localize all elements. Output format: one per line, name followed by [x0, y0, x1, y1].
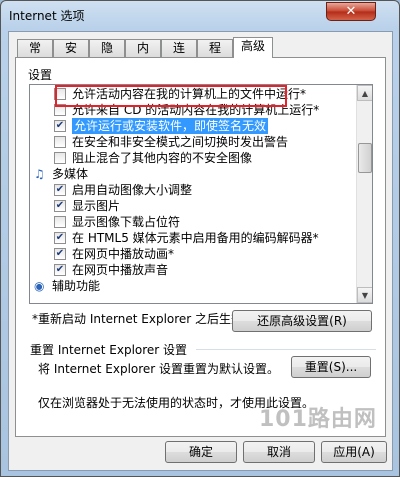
tab-advanced[interactable]: 高级 — [233, 37, 273, 58]
settings-option-row[interactable]: ✔ 启用自动图像大小调整 — [30, 182, 357, 198]
tab-security[interactable]: 安全 — [53, 39, 89, 71]
checkbox[interactable]: ✔ — [54, 184, 66, 196]
internet-options-dialog: Internet 选项 ✕ 常规 安全 隐私 内容 连接 程序 高级 设置 允许… — [0, 0, 400, 477]
settings-option-row[interactable]: 在安全和非安全模式之间切换时发出警告 — [30, 134, 357, 150]
settings-option-row[interactable]: ✔ 允许运行或安装软件，即使签名无效 — [30, 118, 357, 134]
option-label: 在 HTML5 媒体元素中启用备用的编码解码器* — [72, 231, 319, 245]
option-label: 在网页中播放动画* — [72, 247, 175, 261]
reset-button[interactable]: 重置(S)... — [291, 356, 371, 378]
checkbox[interactable]: ✔ — [54, 200, 66, 212]
window-title: Internet 选项 — [9, 9, 85, 23]
checkbox[interactable] — [54, 216, 66, 228]
checkbox[interactable]: ✔ — [54, 248, 66, 260]
settings-tree-list[interactable]: 允许活动内容在我的计算机上的文件中运行* 允许来自 CD 的活动内容在我的计算机上… — [29, 84, 373, 304]
reset-section-title: 重置 Internet Explorer 设置 — [30, 343, 188, 357]
checkbox[interactable]: ✔ — [54, 120, 66, 132]
restore-advanced-settings-button[interactable]: 还原高级设置(R) — [232, 310, 372, 332]
tab-programs[interactable]: 程序 — [197, 39, 233, 71]
checkbox[interactable] — [54, 152, 66, 164]
settings-option-row[interactable]: ✔ 显示图片 — [30, 198, 357, 214]
settings-group-label: 设置 — [28, 68, 53, 82]
scrollbar-thumb[interactable] — [358, 143, 372, 173]
settings-option-row[interactable]: ✔ 在网页中播放动画* — [30, 246, 357, 262]
option-label: 显示图像下载占位符 — [72, 215, 181, 229]
red-highlight-annotation — [55, 85, 287, 107]
option-label: 阻止混合了其他内容的不安全图像 — [72, 151, 253, 165]
option-label: 启用自动图像大小调整 — [72, 183, 193, 197]
cancel-button[interactable]: 取消 — [243, 441, 315, 463]
option-label: 多媒体 — [52, 167, 89, 181]
option-label: 在网页中播放声音 — [72, 263, 169, 277]
vertical-scrollbar[interactable]: ▲ ▼ — [356, 85, 372, 303]
section-divider — [196, 349, 376, 350]
advanced-tab-panel: 设置 允许活动内容在我的计算机上的文件中运行* 允许来自 CD 的活动内容在我的计… — [15, 57, 386, 437]
accessibility-icon: ◉ — [34, 279, 45, 293]
scroll-up-icon[interactable]: ▲ — [357, 85, 372, 101]
tab-content[interactable]: 内容 — [125, 39, 161, 71]
checkbox[interactable] — [54, 136, 66, 148]
scroll-down-icon[interactable]: ▼ — [357, 287, 372, 303]
option-label: 允许运行或安装软件，即使签名无效 — [72, 118, 269, 134]
option-label: 在安全和非安全模式之间切换时发出警告 — [72, 135, 289, 149]
settings-option-row[interactable]: 阻止混合了其他内容的不安全图像 — [30, 150, 357, 166]
close-button[interactable]: ✕ — [326, 2, 376, 21]
title-bar[interactable]: Internet 选项 ✕ — [1, 1, 399, 29]
settings-option-row[interactable]: ✔ 在 HTML5 媒体元素中启用备用的编码解码器* — [30, 230, 357, 246]
checkbox[interactable]: ✔ — [54, 264, 66, 276]
option-label: 辅助功能 — [52, 279, 101, 293]
ok-button[interactable]: 确定 — [165, 441, 237, 463]
multimedia-icon: ♫ — [34, 167, 45, 181]
checkbox[interactable]: ✔ — [54, 232, 66, 244]
tab-privacy[interactable]: 隐私 — [89, 39, 125, 71]
reset-description: 将 Internet Explorer 设置重置为默认设置。 — [38, 362, 280, 376]
apply-button[interactable]: 应用(A) — [321, 441, 387, 463]
settings-category[interactable]: ◉ 辅助功能 — [30, 278, 357, 294]
restart-note: *重新启动 Internet Explorer 之后生效 — [32, 312, 244, 326]
settings-option-row[interactable]: 显示图像下载占位符 — [30, 214, 357, 230]
settings-category[interactable]: ♫ 多媒体 — [30, 166, 357, 182]
tab-general[interactable]: 常规 — [17, 39, 53, 71]
tab-connections[interactable]: 连接 — [161, 39, 197, 71]
settings-option-row[interactable]: ✔ 在网页中播放声音 — [30, 262, 357, 278]
option-label: 显示图片 — [72, 199, 121, 213]
watermark-text: 101路由网 — [259, 407, 377, 432]
